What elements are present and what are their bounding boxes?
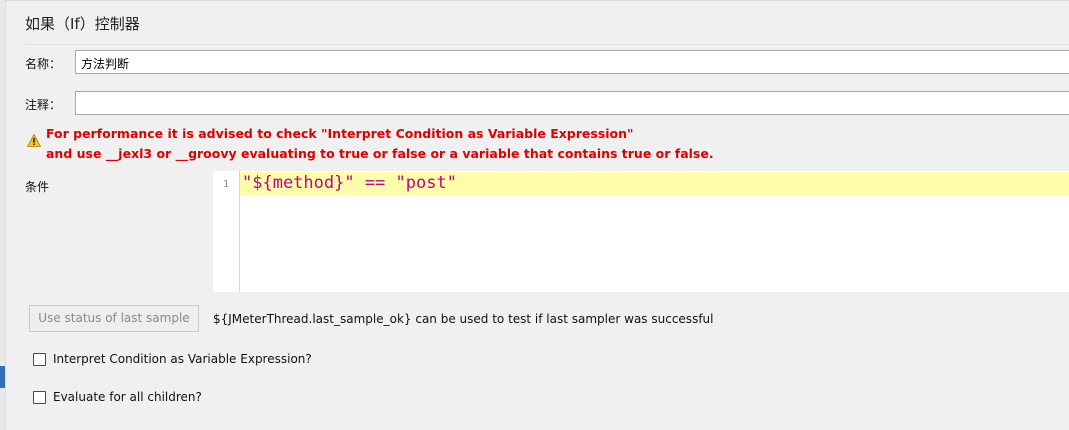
tree-selection-marker [0,366,5,388]
interpret-condition-label: Interpret Condition as Variable Expressi… [53,352,312,366]
name-field[interactable]: 方法判断 [75,50,1069,74]
top-border [5,0,1069,1]
condition-editor[interactable]: 1 "${method}" == "post" [213,171,1069,292]
condition-label: 条件 [25,180,50,194]
interpret-condition-checkbox[interactable] [33,352,46,366]
evaluate-all-children-label: Evaluate for all children? [53,390,202,404]
comment-field[interactable] [75,91,1069,115]
last-sample-hint: ${JMeterThread.last_sample_ok} can be us… [213,312,714,326]
name-label: 名称： [25,57,62,71]
warning-text-line1: For performance it is advised to check "… [46,126,634,141]
comment-label: 注释： [25,98,62,112]
interpret-condition-option[interactable]: Interpret Condition as Variable Expressi… [33,352,312,366]
use-last-sample-button[interactable]: Use status of last sample [29,305,199,332]
line-number-gutter: 1 [213,171,240,292]
evaluate-all-children-option[interactable]: Evaluate for all children? [33,390,202,404]
condition-code[interactable]: "${method}" == "post" [242,173,457,193]
line-number: 1 [223,179,230,190]
warning-icon [27,134,41,147]
title-separator [25,44,1069,45]
panel-title: 如果（If）控制器 [25,15,140,33]
warning-text-line2: and use __jexl3 or __groovy evaluating t… [46,146,714,161]
evaluate-all-children-checkbox[interactable] [33,390,46,404]
